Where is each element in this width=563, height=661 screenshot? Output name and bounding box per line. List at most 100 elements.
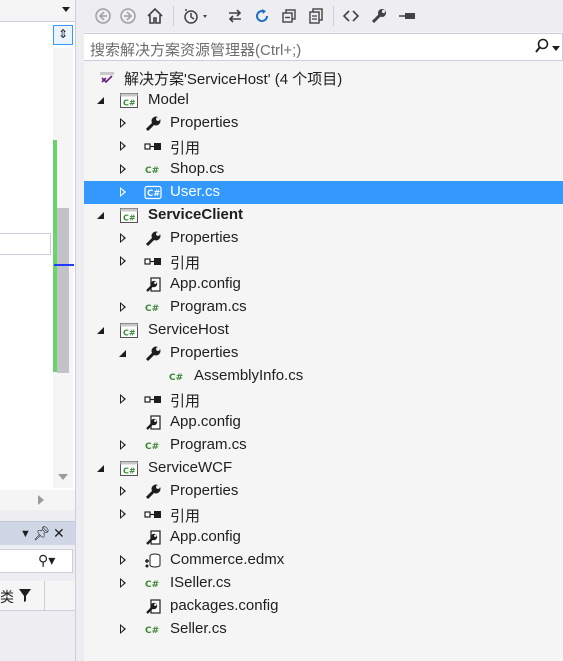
collapsed-arrow-icon[interactable]	[116, 388, 132, 411]
tree-item-project[interactable]: C# Model	[84, 89, 563, 112]
collapsed-arrow-icon[interactable]	[116, 227, 132, 250]
expanded-arrow-icon[interactable]	[94, 457, 110, 480]
view-code-icon[interactable]	[340, 5, 362, 27]
tree-item[interactable]: App.config	[84, 273, 563, 296]
tree-item-project[interactable]: C# ServiceHost	[84, 319, 563, 342]
tree-item[interactable]: C# ISeller.cs	[84, 572, 563, 595]
tree-item[interactable]: C# Program.cs	[84, 434, 563, 457]
pane-splitter[interactable]	[76, 0, 84, 661]
dropdown-arrow-icon[interactable]: ▼	[20, 528, 31, 540]
properties-icon[interactable]	[368, 5, 390, 27]
pin-icon[interactable]: 📌︎	[33, 525, 51, 542]
tree-item-label: Properties	[170, 114, 239, 131]
scroll-right-icon[interactable]	[38, 495, 44, 505]
left-dropdown[interactable]	[0, 0, 75, 22]
collapsed-arrow-icon[interactable]	[116, 158, 132, 181]
collapsed-arrow-icon[interactable]	[116, 250, 132, 273]
tree-item-label: Program.cs	[170, 298, 247, 315]
config-file-icon	[144, 276, 162, 293]
tree-item[interactable]: C# User.cs	[84, 181, 563, 204]
expanded-arrow-icon[interactable]	[94, 89, 110, 112]
solution-explorer-search[interactable]: 搜索解决方案资源管理器(Ctrl+;)	[84, 33, 563, 61]
tree-item-solution[interactable]: 解决方案'ServiceHost' (4 个项目)	[84, 66, 563, 89]
split-editor-icon[interactable]: ⇕	[53, 25, 73, 45]
csharp-file-icon: C#	[144, 299, 162, 316]
collapsed-arrow-icon[interactable]	[116, 181, 132, 204]
tree-item-label: ServiceClient	[148, 206, 244, 223]
editor-vertical-scrollbar[interactable]	[53, 48, 73, 488]
search-icon[interactable]	[534, 37, 550, 60]
tree-item[interactable]: Properties	[84, 112, 563, 135]
back-icon[interactable]	[92, 5, 114, 27]
divider	[44, 581, 45, 611]
collapsed-arrow-icon[interactable]	[116, 296, 132, 319]
sync-with-active-document-icon[interactable]	[224, 5, 246, 27]
svg-text:C#: C#	[145, 166, 159, 176]
panel-filter-row: 类	[0, 581, 75, 611]
show-all-files-icon[interactable]	[305, 5, 327, 27]
tree-item[interactable]: App.config	[84, 526, 563, 549]
panel-search-input[interactable]: ⚲▾	[0, 549, 73, 573]
csharp-file-icon: C#	[144, 575, 162, 592]
expanded-arrow-icon[interactable]	[94, 319, 110, 342]
tree-item[interactable]: 引用	[84, 250, 563, 273]
tree-item[interactable]: Properties	[84, 342, 563, 365]
references-icon	[144, 391, 162, 408]
collapsed-arrow-icon[interactable]	[116, 112, 132, 135]
toolbar-divider	[173, 6, 174, 26]
wrench-icon	[144, 483, 162, 500]
csharp-project-icon: C#	[120, 460, 138, 477]
solution-explorer: 搜索解决方案资源管理器(Ctrl+;) 解决方案'ServiceHost' (4…	[84, 0, 563, 661]
svg-text:C#: C#	[145, 304, 159, 314]
solution-label: 解决方案'ServiceHost' (4 个项目)	[124, 71, 343, 88]
collapse-all-icon[interactable]	[278, 5, 300, 27]
search-options-arrow-icon[interactable]	[552, 46, 560, 51]
tree-item[interactable]: packages.config	[84, 595, 563, 618]
filter-icon[interactable]	[18, 587, 32, 603]
collapsed-arrow-icon[interactable]	[116, 618, 132, 641]
collapsed-arrow-icon[interactable]	[116, 503, 132, 526]
tree-item-label: Properties	[170, 229, 239, 246]
refresh-icon[interactable]	[251, 5, 273, 27]
tree-item[interactable]: 引用	[84, 135, 563, 158]
tree-item[interactable]: Properties	[84, 227, 563, 250]
scrollbar-thumb[interactable]	[57, 208, 69, 373]
tree-item[interactable]: Properties	[84, 480, 563, 503]
tree-item[interactable]: 引用	[84, 388, 563, 411]
search-icon: ⚲▾	[38, 552, 56, 568]
svg-text:C#: C#	[147, 189, 160, 199]
forward-icon[interactable]	[117, 5, 139, 27]
filter-label: 类	[0, 589, 14, 605]
entity-model-icon	[144, 552, 162, 569]
tree-item[interactable]: C# Program.cs	[84, 296, 563, 319]
csharp-file-icon: C#	[168, 368, 186, 385]
chevron-down-icon	[62, 7, 70, 12]
tree-item-project[interactable]: C# ServiceWCF	[84, 457, 563, 480]
tree-item[interactable]: Commerce.edmx	[84, 549, 563, 572]
collapsed-arrow-icon[interactable]	[116, 434, 132, 457]
collapsed-arrow-icon[interactable]	[116, 549, 132, 572]
tree-item[interactable]: C# Seller.cs	[84, 618, 563, 641]
tree-item-label: packages.config	[170, 597, 279, 614]
collapsed-arrow-icon[interactable]	[116, 480, 132, 503]
expanded-arrow-icon[interactable]	[94, 204, 110, 227]
preview-selected-icon[interactable]	[396, 5, 418, 27]
collapsed-arrow-icon[interactable]	[116, 135, 132, 158]
tree-item-project[interactable]: C# ServiceClient	[84, 204, 563, 227]
solution-explorer-toolbar	[84, 0, 563, 32]
pending-changes-filter-icon[interactable]	[180, 5, 212, 27]
tree-item[interactable]: App.config	[84, 411, 563, 434]
tree-item[interactable]: 引用	[84, 503, 563, 526]
scroll-down-icon[interactable]	[58, 474, 68, 480]
collapsed-arrow-icon[interactable]	[116, 572, 132, 595]
tree-item-label: 引用	[170, 255, 201, 272]
tree-item-label: App.config	[170, 528, 241, 545]
tree-item[interactable]: C# AssemblyInfo.cs	[84, 365, 563, 388]
editor-horizontal-scrollbar[interactable]	[0, 490, 75, 510]
home-icon[interactable]	[144, 5, 166, 27]
tree-item-label: Shop.cs	[170, 160, 225, 177]
close-icon[interactable]: ✕	[53, 525, 65, 542]
tree-item-label: ServiceWCF	[148, 459, 233, 476]
tree-item[interactable]: C# Shop.cs	[84, 158, 563, 181]
expanded-arrow-icon[interactable]	[116, 342, 132, 365]
